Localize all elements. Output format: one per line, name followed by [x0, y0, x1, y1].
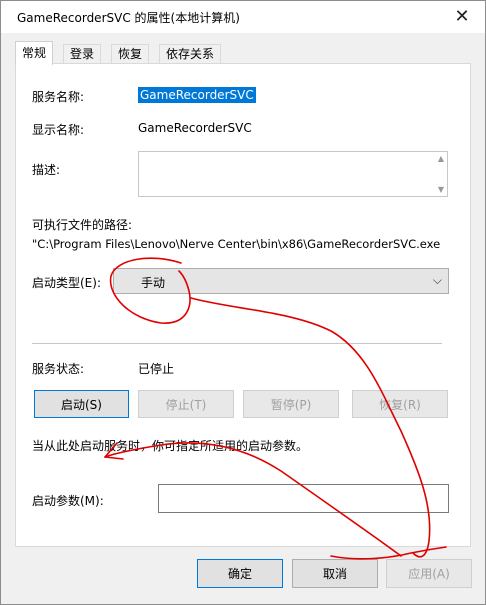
start-params-label: 启动参数(M):	[32, 494, 104, 508]
scroll-up-icon[interactable]: ▲	[438, 154, 444, 163]
properties-dialog: GameRecorderSVC 的属性(本地计算机) ✕ 常规 登录 恢复 依存…	[0, 0, 486, 605]
window-title: GameRecorderSVC 的属性(本地计算机)	[17, 11, 240, 25]
stop-button[interactable]: 停止(T)	[138, 390, 234, 418]
ok-button[interactable]: 确定	[197, 559, 283, 588]
cancel-button[interactable]: 取消	[292, 559, 378, 588]
startup-type-select[interactable]: 手动 ⌵	[113, 268, 449, 294]
title-bar: GameRecorderSVC 的属性(本地计算机) ✕	[1, 1, 485, 33]
display-name-label: 显示名称:	[32, 123, 85, 137]
tab-dependencies[interactable]: 依存关系	[159, 44, 222, 64]
startup-type-value: 手动	[141, 276, 166, 290]
apply-button[interactable]: 应用(A)	[386, 559, 472, 588]
chevron-down-icon: ⌵	[432, 273, 442, 287]
resume-button[interactable]: 恢复(R)	[352, 390, 448, 418]
tab-logon[interactable]: 登录	[63, 44, 102, 64]
section-divider	[32, 343, 442, 344]
start-button[interactable]: 启动(S)	[34, 390, 129, 418]
start-params-hint: 当从此处启动服务时，你可指定所适用的启动参数。	[32, 439, 309, 453]
scroll-down-icon[interactable]: ▼	[438, 185, 444, 194]
exe-path-value[interactable]: "C:\Program Files\Lenovo\Nerve Center\bi…	[32, 237, 440, 251]
start-params-input[interactable]	[158, 484, 449, 513]
close-icon[interactable]: ✕	[439, 1, 485, 32]
startup-type-label: 启动类型(E):	[32, 276, 101, 290]
service-status-label: 服务状态:	[32, 362, 85, 376]
description-textarea[interactable]: ▲ ▼	[138, 151, 448, 197]
tab-recovery[interactable]: 恢复	[111, 44, 150, 64]
annotation-underline	[330, 546, 447, 560]
service-status-value: 已停止	[138, 362, 175, 376]
description-label: 描述:	[32, 163, 61, 177]
general-panel: 服务名称: GameRecorderSVC 显示名称: GameRecorder…	[15, 63, 471, 547]
tab-general[interactable]: 常规	[15, 41, 54, 65]
service-name-label: 服务名称:	[32, 90, 85, 104]
pause-button[interactable]: 暂停(P)	[243, 390, 339, 418]
service-name-value[interactable]: GameRecorderSVC	[138, 87, 256, 103]
display-name-value[interactable]: GameRecorderSVC	[138, 121, 252, 135]
exe-path-label: 可执行文件的路径:	[32, 218, 133, 232]
